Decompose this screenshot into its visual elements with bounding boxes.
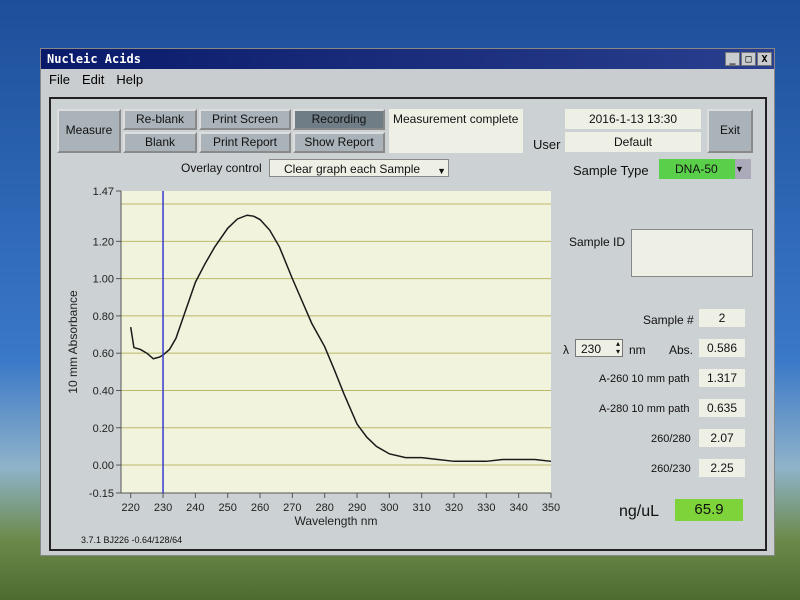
overlay-select[interactable]: Clear graph each Sample ▼ bbox=[269, 159, 449, 177]
x-tick-label: 230 bbox=[154, 502, 172, 514]
blank-button[interactable]: Blank bbox=[123, 132, 197, 153]
x-tick-label: 340 bbox=[509, 502, 527, 514]
sample-type-select[interactable]: DNA-50 ▼ bbox=[659, 159, 751, 179]
x-tick-label: 300 bbox=[380, 502, 398, 514]
x-tick-label: 310 bbox=[412, 502, 430, 514]
sample-number-field: 2 bbox=[699, 309, 745, 327]
x-tick-label: 250 bbox=[219, 502, 237, 514]
x-tick-label: 220 bbox=[122, 502, 140, 514]
sample-id-input[interactable] bbox=[631, 229, 753, 277]
ratio-260-230-field: 2.25 bbox=[699, 459, 745, 477]
y-tick-label: 1.00 bbox=[93, 274, 114, 286]
y-tick-label: 0.40 bbox=[93, 385, 114, 397]
x-tick-label: 280 bbox=[316, 502, 334, 514]
abs-field: 0.586 bbox=[699, 339, 745, 357]
a260-label: A-260 10 mm path bbox=[599, 373, 690, 385]
chevron-down-icon: ▼ bbox=[735, 159, 751, 179]
y-tick-label: 0.80 bbox=[93, 311, 114, 323]
ratio-260-230-label: 260/230 bbox=[651, 463, 691, 475]
sample-type-label: Sample Type bbox=[573, 163, 649, 178]
overlay-label: Overlay control bbox=[181, 161, 262, 175]
exit-button[interactable]: Exit bbox=[707, 109, 753, 153]
sample-type-value: DNA-50 bbox=[675, 162, 718, 176]
status-field: Measurement complete bbox=[389, 109, 523, 153]
concentration-label: ng/uL bbox=[619, 503, 660, 520]
x-tick-label: 320 bbox=[445, 502, 463, 514]
a260-field: 1.317 bbox=[699, 369, 745, 387]
absorbance-chart: 1.47 1.20 1.00 0.80 0.60 0.40 0.20 0.00 -0.15 220… bbox=[66, 186, 560, 528]
stepper-arrows-icon[interactable]: ▴ ▾ bbox=[616, 340, 620, 356]
menu-edit[interactable]: Edit bbox=[82, 69, 104, 91]
version-text: 3.7.1 BJ226 -0.64/128/64 bbox=[81, 535, 183, 545]
menu-help[interactable]: Help bbox=[116, 69, 143, 91]
concentration-field: 65.9 bbox=[675, 499, 743, 521]
title-bar: Nucleic Acids _ □ X bbox=[41, 49, 774, 69]
y-tick-label: 0.00 bbox=[93, 460, 114, 472]
abs-label: Abs. bbox=[669, 343, 694, 357]
chevron-down-icon: ▼ bbox=[437, 166, 446, 176]
x-tick-label: 270 bbox=[283, 502, 301, 514]
ratio-260-280-field: 2.07 bbox=[699, 429, 745, 447]
reblank-button[interactable]: Re-blank bbox=[123, 109, 197, 130]
overlay-value: Clear graph each Sample bbox=[284, 162, 421, 176]
menu-bar: File Edit Help bbox=[41, 69, 774, 91]
x-axis-label: Wavelength nm bbox=[295, 514, 378, 528]
x-tick-label: 350 bbox=[542, 502, 560, 514]
x-tick-label: 260 bbox=[251, 502, 269, 514]
maximize-button[interactable]: □ bbox=[741, 52, 756, 66]
main-window: Nucleic Acids _ □ X File Edit Help Measu… bbox=[40, 48, 775, 556]
minimize-button[interactable]: _ bbox=[725, 52, 740, 66]
print-report-button[interactable]: Print Report bbox=[199, 132, 291, 153]
print-screen-button[interactable]: Print Screen bbox=[199, 109, 291, 130]
y-tick-label: 0.20 bbox=[93, 423, 114, 435]
a280-label: A-280 10 mm path bbox=[599, 403, 690, 415]
lambda-icon: λ bbox=[563, 343, 569, 357]
datetime-field: 2016-1-13 13:30 bbox=[565, 109, 701, 129]
sample-id-label: Sample ID bbox=[569, 235, 626, 249]
x-tick-label: 290 bbox=[348, 502, 366, 514]
y-tick-label: 0.60 bbox=[93, 348, 114, 360]
recording-button[interactable]: Recording bbox=[293, 109, 385, 130]
x-tick-label: 330 bbox=[477, 502, 495, 514]
y-axis-label: 10 mm Absorbance bbox=[66, 290, 80, 394]
show-report-button[interactable]: Show Report bbox=[293, 132, 385, 153]
window-title: Nucleic Acids bbox=[47, 52, 141, 66]
wavelength-stepper[interactable]: 230 ▴ ▾ bbox=[575, 339, 623, 357]
nm-label: nm bbox=[629, 343, 646, 357]
measure-button[interactable]: Measure bbox=[57, 109, 121, 153]
y-tick-label: 1.47 bbox=[93, 186, 114, 198]
sample-number-label: Sample # bbox=[643, 313, 694, 327]
user-field: Default bbox=[565, 132, 701, 152]
menu-file[interactable]: File bbox=[49, 69, 70, 91]
plot-area bbox=[121, 191, 551, 493]
x-tick-label: 240 bbox=[186, 502, 204, 514]
wavelength-value: 230 bbox=[581, 342, 602, 356]
y-tick-label: -0.15 bbox=[89, 488, 114, 500]
y-tick-label: 1.20 bbox=[93, 236, 114, 248]
main-panel: Measure Re-blank Blank Print Screen Prin… bbox=[49, 97, 767, 551]
close-button[interactable]: X bbox=[757, 52, 772, 66]
ratio-260-280-label: 260/280 bbox=[651, 433, 691, 445]
a280-field: 0.635 bbox=[699, 399, 745, 417]
user-label: User bbox=[533, 137, 561, 152]
